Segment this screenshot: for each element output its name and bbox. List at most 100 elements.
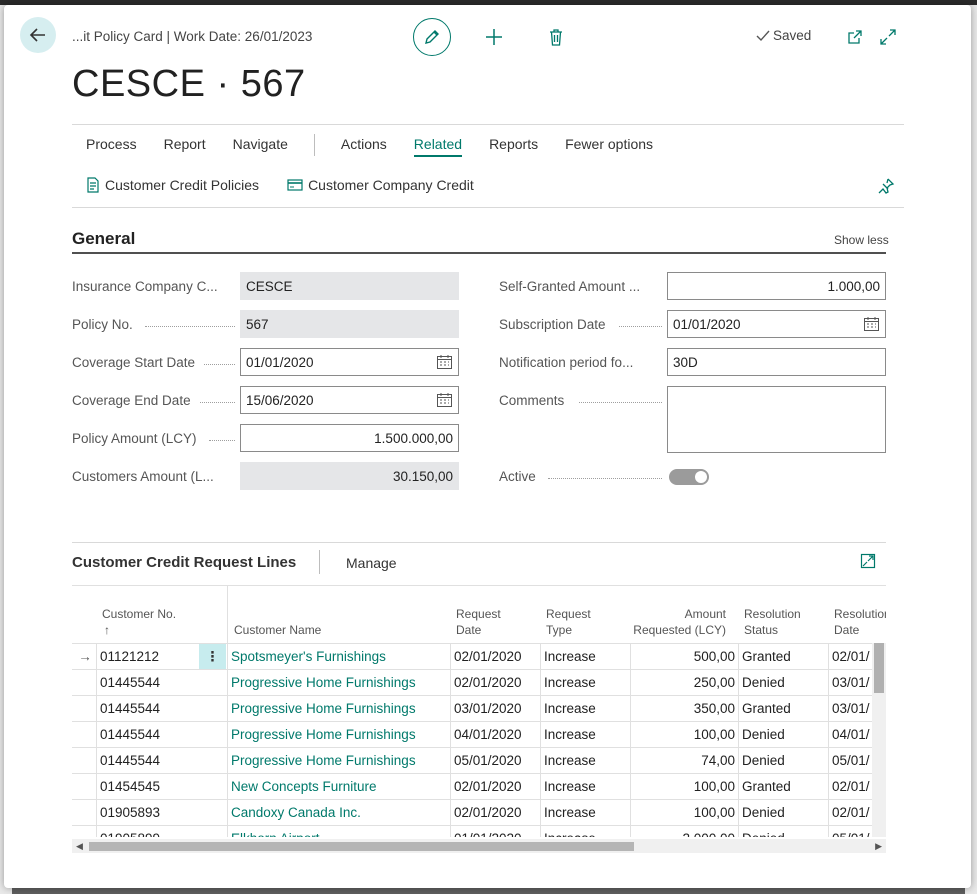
customer-company-credit-action[interactable]: Customer Company Credit	[287, 177, 474, 193]
customer-name-cell[interactable]: Spotsmeyer's Furnishings	[227, 644, 450, 669]
menu-navigate[interactable]: Navigate	[233, 136, 288, 157]
comments-textarea[interactable]	[667, 386, 886, 453]
resolution-status-cell[interactable]: Denied	[738, 722, 828, 747]
request-type-cell[interactable]: Increase	[540, 670, 630, 695]
amount-requested-cell[interactable]: 100,00	[630, 722, 738, 747]
amount-requested-cell[interactable]: 100,00	[630, 800, 738, 825]
menu-process[interactable]: Process	[86, 136, 137, 157]
grid-horizontal-scrollbar[interactable]: ◀ ▶	[72, 839, 886, 853]
column-request-type[interactable]: Request Type	[546, 606, 591, 638]
policy-amount-field[interactable]: 1.500.000,00	[240, 424, 459, 452]
back-button[interactable]	[20, 17, 56, 53]
manage-menu[interactable]: Manage	[346, 555, 397, 571]
customer-name-cell[interactable]: Candoxy Canada Inc.	[227, 800, 450, 825]
grid-vertical-scrollbar[interactable]	[872, 643, 886, 837]
notification-period-field[interactable]: 30D	[667, 348, 886, 376]
request-date-cell[interactable]: 05/01/2020	[450, 748, 540, 773]
amount-requested-cell[interactable]: 2.000,00	[630, 826, 738, 837]
calendar-icon[interactable]	[437, 355, 452, 369]
delete-button[interactable]	[544, 25, 568, 49]
table-row[interactable]: 01445544 Progressive Home Furnishings 02…	[72, 669, 886, 695]
request-date-cell[interactable]: 03/01/2020	[450, 696, 540, 721]
customer-no-cell[interactable]: 01445544	[96, 670, 199, 695]
expand-button[interactable]	[876, 25, 900, 49]
request-type-cell[interactable]: Increase	[540, 722, 630, 747]
resolution-status-cell[interactable]: Denied	[738, 670, 828, 695]
request-type-cell[interactable]: Increase	[540, 800, 630, 825]
amount-requested-cell[interactable]: 100,00	[630, 774, 738, 799]
customer-no-cell[interactable]: 01905899	[96, 826, 199, 837]
request-date-cell[interactable]: 01/01/2020	[450, 826, 540, 837]
resolution-status-cell[interactable]: Granted	[738, 774, 828, 799]
menu-report[interactable]: Report	[164, 136, 206, 157]
request-date-cell[interactable]: 04/01/2020	[450, 722, 540, 747]
customer-no-cell[interactable]: 01121212	[96, 644, 199, 669]
resolution-status-cell[interactable]: Denied	[738, 826, 828, 837]
customer-name-cell[interactable]: Elkhorn Airport	[227, 826, 450, 837]
table-row[interactable]: 01454545 New Concepts Furniture 02/01/20…	[72, 773, 886, 799]
policy-no-field[interactable]: 567	[240, 310, 459, 338]
table-row[interactable]: 01445544 Progressive Home Furnishings 04…	[72, 721, 886, 747]
menu-actions[interactable]: Actions	[341, 136, 387, 157]
request-date-cell[interactable]: 02/01/2020	[450, 774, 540, 799]
new-button[interactable]	[482, 25, 506, 49]
customer-name-cell[interactable]: Progressive Home Furnishings	[227, 670, 450, 695]
customer-name-cell[interactable]: New Concepts Furniture	[227, 774, 450, 799]
table-row[interactable]: 01905899 Elkhorn Airport 01/01/2020 Incr…	[72, 825, 886, 837]
request-date-cell[interactable]: 02/01/2020	[450, 800, 540, 825]
coverage-start-date-field[interactable]: 01/01/2020	[240, 348, 459, 376]
general-section-title[interactable]: General	[72, 229, 135, 249]
request-type-cell[interactable]: Increase	[540, 644, 630, 669]
customer-name-cell[interactable]: Progressive Home Furnishings	[227, 722, 450, 747]
vertical-scroll-thumb[interactable]	[874, 643, 884, 693]
customer-credit-policies-action[interactable]: Customer Credit Policies	[86, 177, 259, 193]
row-actions-button[interactable]: ⋮	[199, 644, 226, 669]
show-less-link[interactable]: Show less	[834, 233, 889, 247]
request-type-cell[interactable]: Increase	[540, 826, 630, 837]
amount-requested-cell[interactable]: 500,00	[630, 644, 738, 669]
customer-no-cell[interactable]: 01445544	[96, 696, 199, 721]
table-row[interactable]: 01445544 Progressive Home Furnishings 03…	[72, 695, 886, 721]
customer-no-cell[interactable]: 01445544	[96, 722, 199, 747]
column-customer-name[interactable]: Customer Name	[234, 622, 321, 638]
table-row[interactable]: → 01121212 ⋮ Spotsmeyer's Furnishings 02…	[72, 643, 886, 669]
column-resolution-status[interactable]: Resolution Status	[744, 606, 801, 638]
open-new-window-button[interactable]	[843, 25, 867, 49]
self-granted-amount-field[interactable]: 1.000,00	[667, 272, 886, 300]
expand-lines-button[interactable]	[860, 553, 878, 571]
coverage-end-date-field[interactable]: 15/06/2020	[240, 386, 459, 414]
request-type-cell[interactable]: Increase	[540, 748, 630, 773]
customer-name-cell[interactable]: Progressive Home Furnishings	[227, 748, 450, 773]
subscription-date-field[interactable]: 01/01/2020	[667, 310, 886, 338]
request-date-cell[interactable]: 02/01/2020	[450, 644, 540, 669]
scroll-left-arrow-icon[interactable]: ◀	[76, 841, 83, 852]
column-amount-requested[interactable]: Amount Requested (LCY)	[630, 606, 726, 638]
customers-amount-field[interactable]: 30.150,00	[240, 462, 459, 490]
menu-related[interactable]: Related	[413, 136, 463, 157]
resolution-status-cell[interactable]: Denied	[738, 800, 828, 825]
amount-requested-cell[interactable]: 250,00	[630, 670, 738, 695]
active-toggle[interactable]	[669, 469, 709, 485]
scroll-right-arrow-icon[interactable]: ▶	[875, 841, 882, 852]
customer-no-cell[interactable]: 01905893	[96, 800, 199, 825]
calendar-icon[interactable]	[864, 317, 879, 331]
resolution-status-cell[interactable]: Granted	[738, 696, 828, 721]
request-type-cell[interactable]: Increase	[540, 696, 630, 721]
column-request-date[interactable]: Request Date	[456, 606, 501, 638]
request-date-cell[interactable]: 02/01/2020	[450, 670, 540, 695]
table-row[interactable]: 01445544 Progressive Home Furnishings 05…	[72, 747, 886, 773]
customer-no-cell[interactable]: 01454545	[96, 774, 199, 799]
resolution-status-cell[interactable]: Granted	[738, 644, 828, 669]
resolution-status-cell[interactable]: Denied	[738, 748, 828, 773]
insurance-company-field[interactable]: CESCE	[240, 272, 459, 300]
calendar-icon[interactable]	[437, 393, 452, 407]
customer-name-cell[interactable]: Progressive Home Furnishings	[227, 696, 450, 721]
edit-button[interactable]	[413, 18, 451, 56]
menu-fewer-options[interactable]: Fewer options	[565, 136, 653, 157]
column-resolution-date[interactable]: Resolution Date	[834, 606, 886, 638]
pin-action-bar-button[interactable]	[877, 177, 897, 197]
amount-requested-cell[interactable]: 350,00	[630, 696, 738, 721]
customer-no-cell[interactable]: 01445544	[96, 748, 199, 773]
request-type-cell[interactable]: Increase	[540, 774, 630, 799]
horizontal-scroll-thumb[interactable]	[89, 842, 634, 851]
